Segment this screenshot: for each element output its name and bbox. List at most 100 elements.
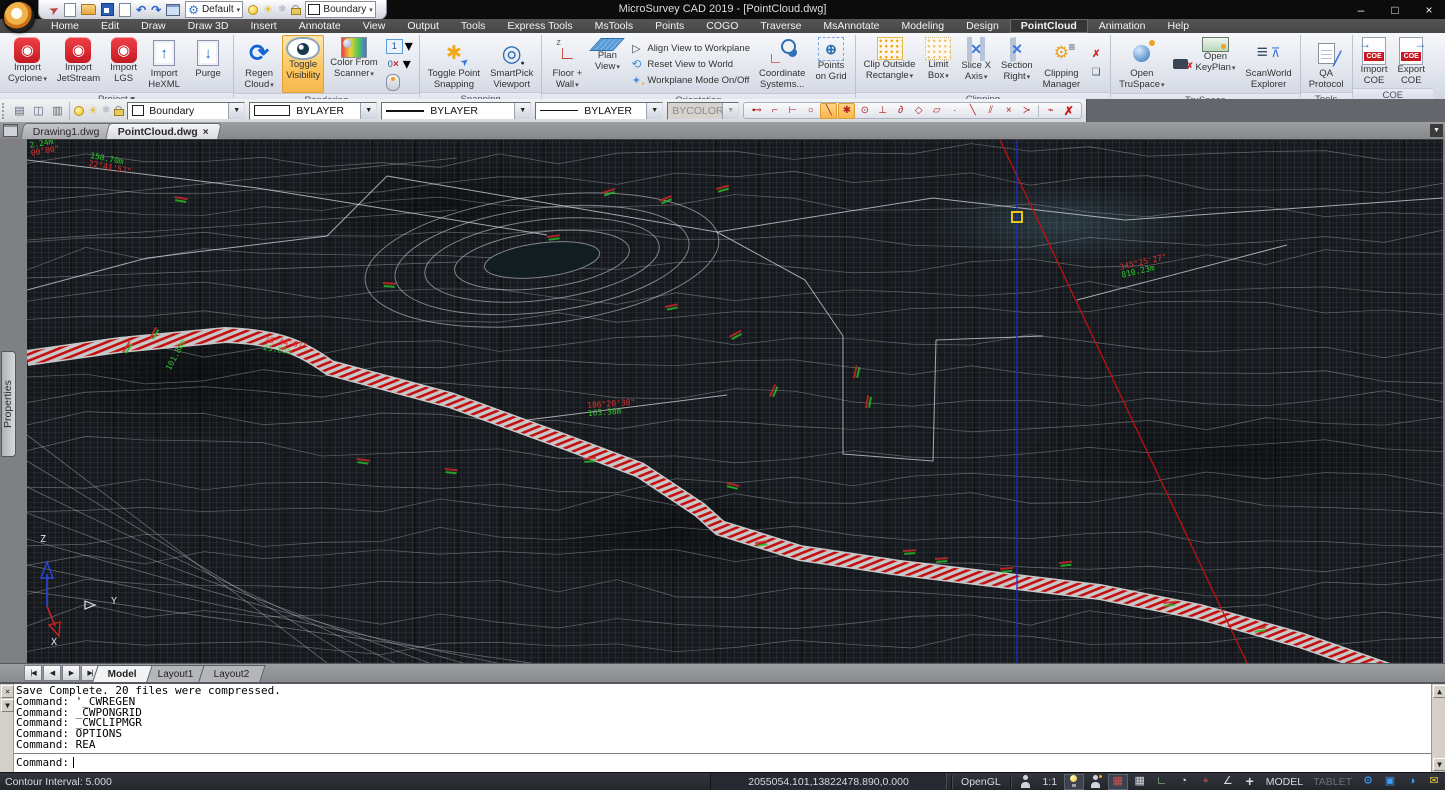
snap-point-icon[interactable]: ·	[946, 103, 963, 119]
layer-freeze-icon[interactable]: ❄	[102, 105, 110, 116]
first-layout-icon[interactable]: |◀	[24, 665, 42, 681]
toggle-point-snapping-button[interactable]: Toggle PointSnapping	[424, 35, 484, 92]
ribbon-tab-output[interactable]: Output	[396, 19, 450, 33]
layer-thaw-icon[interactable]: ☀	[88, 104, 98, 117]
ribbon-tab-cogo[interactable]: COGO	[695, 19, 749, 33]
command-scrollbar[interactable]: ▲ ▼	[1431, 684, 1445, 772]
mdi-window-icon[interactable]	[3, 124, 18, 137]
qat-layer-combo[interactable]: Boundary▾	[305, 1, 375, 18]
layer-on-icon[interactable]	[74, 106, 84, 116]
ribbon-tab-modeling[interactable]: Modeling	[890, 19, 955, 33]
export-coe-button[interactable]: COEExportCOE	[1394, 35, 1429, 88]
snap-tangent-icon[interactable]: ∂	[892, 103, 909, 119]
scale-indicator[interactable]: 1:1	[1038, 774, 1062, 790]
bulb-icon[interactable]	[248, 5, 258, 15]
slice-x-axis-button[interactable]: Slice XAxis▾	[957, 35, 995, 92]
snap-endpoint-icon[interactable]: ⊷	[748, 103, 765, 119]
command-input[interactable]: Command:	[14, 753, 1431, 770]
layout-tab-model[interactable]: Model	[92, 665, 152, 682]
viewport-1-button[interactable]: 1▾	[386, 39, 413, 54]
points-visibility-button[interactable]: 0▾	[386, 57, 413, 72]
doc-tab-drawing1-dwg[interactable]: Drawing1.dwg	[20, 123, 112, 139]
entity-properties-icon[interactable]: ▤	[12, 104, 27, 117]
viewport-canvas[interactable]: 2.24m00'00"150.70m22°41'57"26°44'07"23.8…	[27, 139, 1443, 663]
command-window[interactable]: × ▼ Save Complete. 20 files were compres…	[0, 682, 1445, 772]
osnap-icon[interactable]: ⌖	[1196, 774, 1216, 790]
color-from-scanner-button[interactable]: Color FromScanner▾	[326, 35, 382, 93]
sun-icon[interactable]: ☀	[263, 3, 273, 16]
linetype-combo[interactable]: BYLAYER▼	[381, 102, 531, 120]
snap-track-icon[interactable]: ⌁	[1042, 103, 1059, 119]
ribbon-tab-pointcloud[interactable]: PointCloud	[1010, 19, 1088, 33]
plan-view-button[interactable]: PlanView▾	[590, 35, 624, 93]
minimize-button[interactable]: –	[1351, 3, 1371, 17]
snap-apparent-icon[interactable]: ✱	[838, 103, 855, 119]
ribbon-tab-tools[interactable]: Tools	[450, 19, 497, 33]
reset-view-world-button[interactable]: Reset View to World	[629, 58, 750, 70]
truspace-camera-button[interactable]	[1173, 57, 1188, 72]
world-icon[interactable]: ◑	[1402, 774, 1422, 790]
undo-icon[interactable]: ↶	[136, 4, 146, 16]
otrack-icon[interactable]: ∠	[1218, 774, 1238, 790]
lamp-icon[interactable]	[1064, 774, 1084, 790]
chevron-down-icon[interactable]: ▼	[514, 103, 530, 119]
viewport-window-icon[interactable]	[166, 4, 180, 16]
align-view-workplane-button[interactable]: Align View to Workplane	[629, 42, 750, 54]
save-icon[interactable]	[101, 3, 114, 16]
points-on-grid-button[interactable]: Pointson Grid	[811, 35, 850, 93]
ribbon-tab-draw-3d[interactable]: Draw 3D	[177, 19, 240, 33]
grid-snap-icon[interactable]: ▦	[1108, 774, 1128, 790]
opengl-indicator[interactable]: OpenGL	[957, 774, 1005, 790]
snap-none-icon[interactable]: ×	[1000, 103, 1017, 119]
snap-intersection-icon[interactable]: ⊢	[784, 103, 801, 119]
section-right-button[interactable]: SectionRight▾	[997, 35, 1037, 92]
clipping-manager-button[interactable]: ClippingManager	[1039, 35, 1085, 92]
snap-insertion-icon[interactable]: ▱	[928, 103, 945, 119]
import-jetstream-button[interactable]: ImportJetStream	[53, 35, 104, 92]
clean-screen-icon[interactable]: ▣	[1380, 774, 1400, 790]
plot-style-combo[interactable]: BYCOLOR▼	[667, 102, 739, 120]
import-hexml-button[interactable]: ImportHeXML	[143, 35, 185, 92]
chevron-down-icon[interactable]: ▼	[228, 103, 244, 119]
ribbon-tab-annotate[interactable]: Annotate	[288, 19, 352, 33]
crosshair-icon[interactable]: +	[1240, 774, 1260, 790]
regen-cloud-button[interactable]: RegenCloud▾	[238, 35, 280, 93]
snap-from-icon[interactable]: ≻	[1018, 103, 1035, 119]
user-settings-icon[interactable]	[1086, 774, 1106, 790]
open-drawing-icon[interactable]	[81, 4, 96, 15]
clip-copy-button[interactable]	[1088, 65, 1104, 80]
layer-combo[interactable]: Boundary▼	[127, 102, 245, 120]
lock-icon[interactable]	[291, 5, 300, 15]
command-close-icon[interactable]: ×	[1, 685, 14, 698]
tablet-toggle[interactable]: TABLET	[1309, 774, 1356, 790]
snap-perpendicular-icon[interactable]: ⊥	[874, 103, 891, 119]
command-expand-icon[interactable]: ▼	[1, 699, 14, 712]
scanworld-explorer-button[interactable]: ScanWorldExplorer	[1241, 35, 1295, 93]
polar-icon[interactable]: ◔	[1174, 774, 1194, 790]
ribbon-tab-animation[interactable]: Animation	[1088, 19, 1157, 33]
snap-clear-all-icon[interactable]: ✗	[1060, 103, 1077, 119]
ribbon-tab-help[interactable]: Help	[1156, 19, 1200, 33]
ribbon-tab-draw[interactable]: Draw	[130, 19, 177, 33]
layer-lock-icon[interactable]	[114, 106, 123, 116]
mouse-mode-button[interactable]	[386, 75, 413, 90]
scroll-up-icon[interactable]: ▲	[1433, 685, 1445, 698]
profile-combo[interactable]: ⚙Default▾	[185, 1, 243, 18]
workplane-mode-button[interactable]: Workplane Mode On/Off	[629, 74, 750, 86]
redo-icon[interactable]: ↷	[151, 4, 161, 16]
floor-wall-button[interactable]: Floor +Wall▾	[546, 35, 588, 93]
snap-quadrant-icon[interactable]: ◇	[910, 103, 927, 119]
app-logo-icon[interactable]	[3, 1, 35, 33]
prev-layout-icon[interactable]: ◀	[43, 665, 61, 681]
pick-icon[interactable]: ➤	[47, 2, 62, 17]
chevron-down-icon[interactable]: ▼	[646, 103, 662, 119]
chevron-down-icon[interactable]: ▼	[360, 103, 376, 119]
snap-midpoint-icon[interactable]: ⌐	[766, 103, 783, 119]
snap-extension-icon[interactable]: ╲	[964, 103, 981, 119]
import-coe-button[interactable]: COEImportCOE	[1357, 35, 1392, 88]
purge-button[interactable]: Purge	[187, 35, 229, 92]
ortho-icon[interactable]: ∟	[1152, 774, 1172, 790]
ribbon-tab-design[interactable]: Design	[955, 19, 1010, 33]
ribbon-tab-view[interactable]: View	[352, 19, 397, 33]
plot-preview-icon[interactable]	[119, 3, 131, 17]
